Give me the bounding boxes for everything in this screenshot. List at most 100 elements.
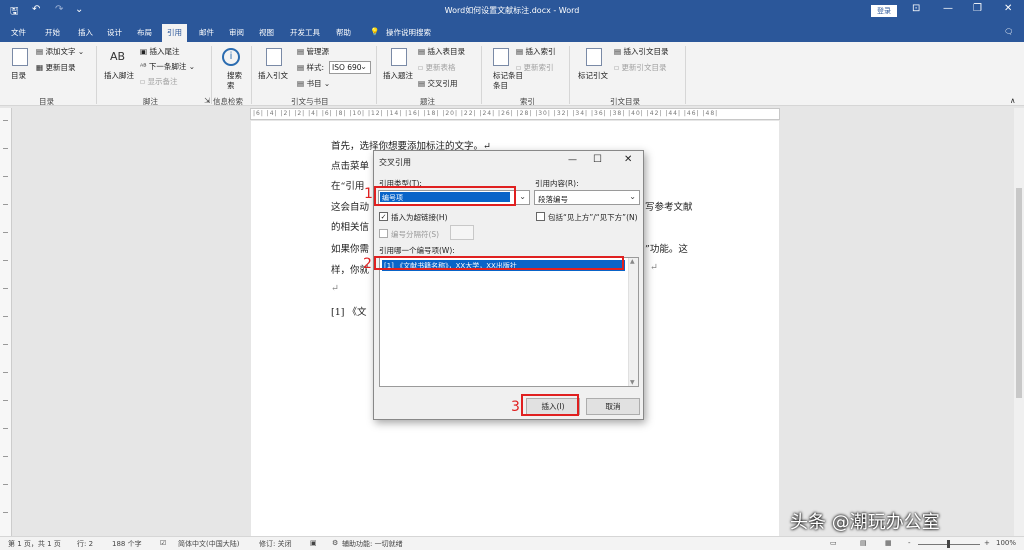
tab-home[interactable]: 开始 — [45, 27, 60, 38]
footnote-icon[interactable]: AB — [110, 50, 125, 63]
add-text-button[interactable]: ▤ 添加文字 ⌄ — [36, 46, 84, 57]
tab-review[interactable]: 审阅 — [229, 27, 244, 38]
web-layout-icon[interactable]: ▦ — [885, 539, 892, 547]
macro-icon[interactable]: ▣ — [310, 539, 317, 547]
page-count[interactable]: 第 1 页，共 1 页 — [8, 539, 61, 549]
insert-index-button[interactable]: ▤ 插入索引 — [516, 46, 555, 57]
show-notes-button[interactable]: ▫ 显示备注 — [140, 76, 177, 87]
next-footnote-button[interactable]: ᴬᴮ 下一条脚注 ⌄ — [140, 61, 195, 72]
restore-icon[interactable]: ❐ — [973, 3, 982, 14]
tab-file[interactable]: 文件 — [11, 27, 26, 38]
ribbon-display-icon[interactable]: ⊡ — [912, 3, 920, 14]
group-label-research: 信息检索 — [213, 97, 243, 106]
update-index-button[interactable]: ▫ 更新索引 — [516, 62, 553, 73]
include-above-below-label: 包括“见上方”/“见下方”(N) — [548, 213, 638, 222]
search-icon[interactable]: i — [222, 48, 240, 66]
separate-numbers-checkbox[interactable] — [379, 229, 388, 238]
insert-endnote-label: 插入尾注 — [149, 47, 180, 56]
annotation-box-1 — [374, 186, 516, 206]
chevron-down-icon: ⌄ — [629, 192, 636, 201]
zoom-out-button[interactable]: - — [908, 539, 911, 547]
cross-reference-button[interactable]: ▤ 交叉引用 — [418, 78, 457, 89]
style-label: ▤ 样式: — [297, 63, 325, 72]
tab-insert[interactable]: 插入 — [78, 27, 93, 38]
toc-button[interactable]: 目录 — [11, 70, 26, 81]
comments-icon[interactable]: 🗨 — [1004, 27, 1014, 36]
annotation-box-2 — [374, 256, 624, 270]
track-changes-status[interactable]: 修订: 关闭 — [259, 539, 292, 549]
insert-toa-button[interactable]: ▤ 插入引文目录 — [614, 46, 668, 57]
update-toa-button[interactable]: ▫ 更新引文目录 — [614, 62, 666, 73]
insert-hyperlink-checkbox[interactable]: ✓ — [379, 212, 388, 221]
vertical-ruler[interactable] — [0, 108, 12, 536]
ribbon: 目录 ▤ 添加文字 ⌄ ▦ 更新目录 目录 AB 插入脚注 ▣ 插入尾注 ᴬᴮ … — [0, 42, 1024, 106]
zoom-slider-thumb[interactable] — [947, 540, 950, 548]
update-table-button[interactable]: ▫ 更新表格 — [418, 62, 455, 73]
tab-references[interactable]: 引用 — [162, 24, 187, 42]
ref-content-dropdown[interactable]: 段落编号 ⌄ — [534, 190, 640, 205]
list-scrollbar[interactable]: ▲ ▼ — [628, 258, 638, 386]
zoom-in-button[interactable]: + — [984, 539, 990, 547]
insert-caption-button[interactable]: 插入题注 — [383, 70, 413, 81]
insert-caption-icon[interactable] — [391, 48, 407, 66]
dialog-maximize-icon[interactable]: ☐ — [593, 154, 602, 165]
toc-icon[interactable] — [12, 48, 28, 66]
document-fragment: 写参考文献 — [645, 202, 693, 213]
bibliography-button[interactable]: ▤ 书目 ⌄ — [297, 78, 330, 89]
minimize-icon[interactable]: — — [943, 3, 953, 14]
mark-citation-icon[interactable] — [586, 48, 602, 66]
mark-citation-button[interactable]: 标记引文 — [578, 70, 608, 81]
insert-citation-button[interactable]: 插入引文 — [258, 70, 288, 81]
document-line: 在“引用 — [331, 181, 365, 192]
language-indicator[interactable]: 简体中文(中国大陆) — [178, 539, 239, 549]
numbered-items-list[interactable]: [1] 《文献书籍名称》，XX大学，XX出版社 ▲ ▼ — [379, 257, 639, 387]
insert-table-of-figures-button[interactable]: ▤ 插入表目录 — [418, 46, 465, 57]
scroll-down-icon[interactable]: ▼ — [630, 379, 635, 386]
tell-me-search[interactable]: 操作说明搜索 — [386, 27, 431, 38]
ref-content-value: 段落编号 — [538, 195, 568, 204]
accessibility-status[interactable]: 辅助功能: 一切就绪 — [342, 539, 403, 549]
vertical-scrollbar[interactable] — [1014, 108, 1024, 536]
tab-design[interactable]: 设计 — [107, 27, 122, 38]
mark-entry-icon[interactable] — [493, 48, 509, 66]
insert-index-label: 插入索引 — [525, 47, 556, 56]
cancel-button[interactable]: 取消 — [586, 398, 640, 415]
style-dropdown[interactable]: ISO 690 ⌄ — [329, 61, 371, 74]
separator — [251, 46, 252, 104]
separator-input[interactable] — [450, 225, 474, 240]
scrollbar-thumb[interactable] — [1016, 188, 1022, 398]
proofing-icon[interactable]: ☑ — [160, 539, 166, 547]
status-bar: 第 1 页，共 1 页 行: 2 188 个字 ☑ 简体中文(中国大陆) 修订:… — [0, 536, 1024, 550]
update-toc-button[interactable]: ▦ 更新目录 — [36, 62, 75, 73]
word-count[interactable]: 188 个字 — [112, 539, 142, 549]
login-button[interactable]: 登录 — [871, 5, 897, 17]
include-above-below-checkbox[interactable] — [536, 212, 545, 221]
tab-layout[interactable]: 布局 — [137, 27, 152, 38]
tab-mailings[interactable]: 邮件 — [199, 27, 214, 38]
lightbulb-icon: 💡 — [370, 27, 380, 36]
ribbon-tabs: 文件 开始 插入 设计 布局 引用 邮件 审阅 视图 开发工具 帮助 💡 操作说… — [0, 22, 1024, 42]
manage-sources-button[interactable]: ▤ 管理源 — [297, 46, 329, 57]
style-label-text: 样式: — [306, 63, 325, 72]
chevron-down-icon: ⌄ — [519, 192, 526, 201]
insert-table-of-figures-label: 插入表目录 — [427, 47, 465, 56]
read-mode-icon[interactable]: ▭ — [830, 539, 837, 547]
insert-endnote-button[interactable]: ▣ 插入尾注 — [140, 46, 179, 57]
dialog-launcher-icon[interactable]: ⇲ — [204, 96, 210, 105]
insert-citation-icon[interactable] — [266, 48, 282, 66]
tab-help[interactable]: 帮助 — [336, 27, 351, 38]
annotation-step-1: 1 — [364, 186, 373, 202]
dialog-minimize-icon[interactable]: — — [568, 155, 577, 165]
tab-developer[interactable]: 开发工具 — [290, 27, 320, 38]
close-window-icon[interactable]: ✕ — [1004, 3, 1012, 14]
scroll-up-icon[interactable]: ▲ — [630, 258, 635, 265]
zoom-level[interactable]: 100% — [996, 539, 1016, 547]
update-index-label: 更新索引 — [523, 63, 554, 72]
tab-view[interactable]: 视图 — [259, 27, 274, 38]
dialog-close-icon[interactable]: ✕ — [624, 154, 632, 165]
insert-footnote-button[interactable]: 插入脚注 — [104, 70, 134, 81]
horizontal-ruler[interactable]: |6| |4| |2| |2| |4| |6| |8| |10| |12| |1… — [250, 108, 780, 120]
collapse-ribbon-icon[interactable]: ∧ — [1010, 96, 1016, 105]
annotation-box-3 — [521, 394, 579, 416]
print-layout-icon[interactable]: ▤ — [860, 539, 867, 547]
